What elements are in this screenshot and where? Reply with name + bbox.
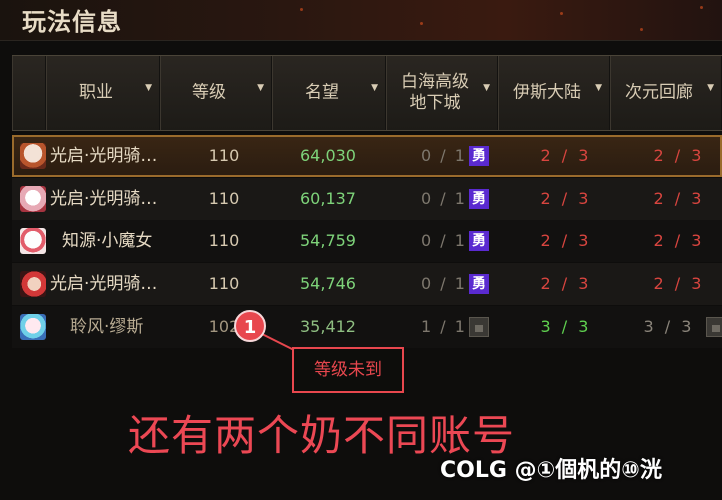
watermark: COLG @①個杋的⑩洸 xyxy=(440,458,662,483)
annotation-callout: 等级未到 xyxy=(292,347,404,393)
annotation-marker: 1 xyxy=(234,310,266,342)
